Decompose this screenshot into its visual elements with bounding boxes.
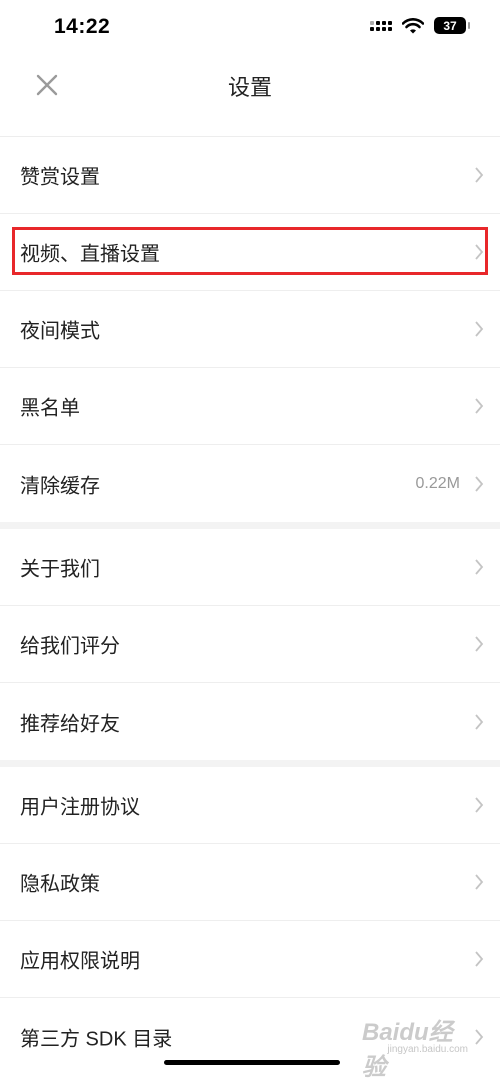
settings-item-user-agreement[interactable]: 用户注册协议 <box>0 767 500 844</box>
wifi-icon <box>402 17 424 33</box>
battery-icon: 37 <box>434 17 470 34</box>
chevron-right-icon <box>475 475 484 492</box>
nav-bar: 设置 <box>0 56 500 116</box>
settings-item-clear-cache[interactable]: 清除缓存 0.22M <box>0 445 500 522</box>
settings-item-rate-us[interactable]: 给我们评分 <box>0 606 500 683</box>
settings-item-label: 清除缓存 <box>20 475 100 497</box>
settings-item-reward[interactable]: 赞赏设置 <box>0 137 500 214</box>
settings-list: 赞赏设置 视频、直播设置 夜间模式 黑名单 清除缓存 0.22M 关于我们 给我… <box>0 137 500 1075</box>
section-separator <box>0 522 500 529</box>
chevron-right-icon <box>475 559 484 575</box>
settings-item-label: 隐私政策 <box>20 873 100 896</box>
settings-item-privacy-policy[interactable]: 隐私政策 <box>0 844 500 921</box>
watermark-url: jingyan.baidu.com <box>387 1044 468 1055</box>
settings-item-permissions[interactable]: 应用权限说明 <box>0 921 500 998</box>
baidu-jingyan-watermark: Baidu经验 jingyan.baidu.com <box>362 1006 492 1081</box>
chevron-right-icon <box>475 713 484 730</box>
settings-item-label: 赞赏设置 <box>20 166 100 189</box>
settings-item-label: 第三方 SDK 目录 <box>20 1028 173 1050</box>
home-indicator[interactable] <box>164 1060 340 1065</box>
settings-item-label: 用户注册协议 <box>20 796 140 819</box>
page-title: 设置 <box>227 75 272 100</box>
chevron-right-icon <box>475 797 484 813</box>
status-bar: 14:22 37 <box>0 0 500 56</box>
settings-item-label: 关于我们 <box>20 558 100 581</box>
settings-item-label: 黑名单 <box>20 397 80 420</box>
cache-size-value: 0.22M <box>415 474 460 492</box>
settings-item-recommend[interactable]: 推荐给好友 <box>0 683 500 760</box>
chevron-right-icon <box>475 398 484 414</box>
chevron-right-icon <box>475 874 484 890</box>
settings-item-label: 应用权限说明 <box>20 950 140 973</box>
chevron-right-icon <box>475 167 484 183</box>
chevron-right-icon <box>475 244 484 260</box>
settings-item-video-live[interactable]: 视频、直播设置 <box>0 214 500 291</box>
settings-item-label: 夜间模式 <box>20 320 100 343</box>
settings-item-label: 给我们评分 <box>20 635 120 658</box>
settings-item-label: 推荐给好友 <box>20 713 120 735</box>
chevron-right-icon <box>475 321 484 337</box>
settings-item-blacklist[interactable]: 黑名单 <box>0 368 500 445</box>
section-separator <box>0 760 500 767</box>
chevron-right-icon <box>475 636 484 652</box>
settings-item-about-us[interactable]: 关于我们 <box>0 529 500 606</box>
status-icons: 37 <box>370 17 470 34</box>
battery-level: 37 <box>443 18 457 33</box>
chevron-right-icon <box>475 951 484 967</box>
settings-item-label: 视频、直播设置 <box>20 243 160 266</box>
settings-item-night-mode[interactable]: 夜间模式 <box>0 291 500 368</box>
cellular-signal-icon <box>370 20 392 31</box>
status-time: 14:22 <box>54 15 111 38</box>
